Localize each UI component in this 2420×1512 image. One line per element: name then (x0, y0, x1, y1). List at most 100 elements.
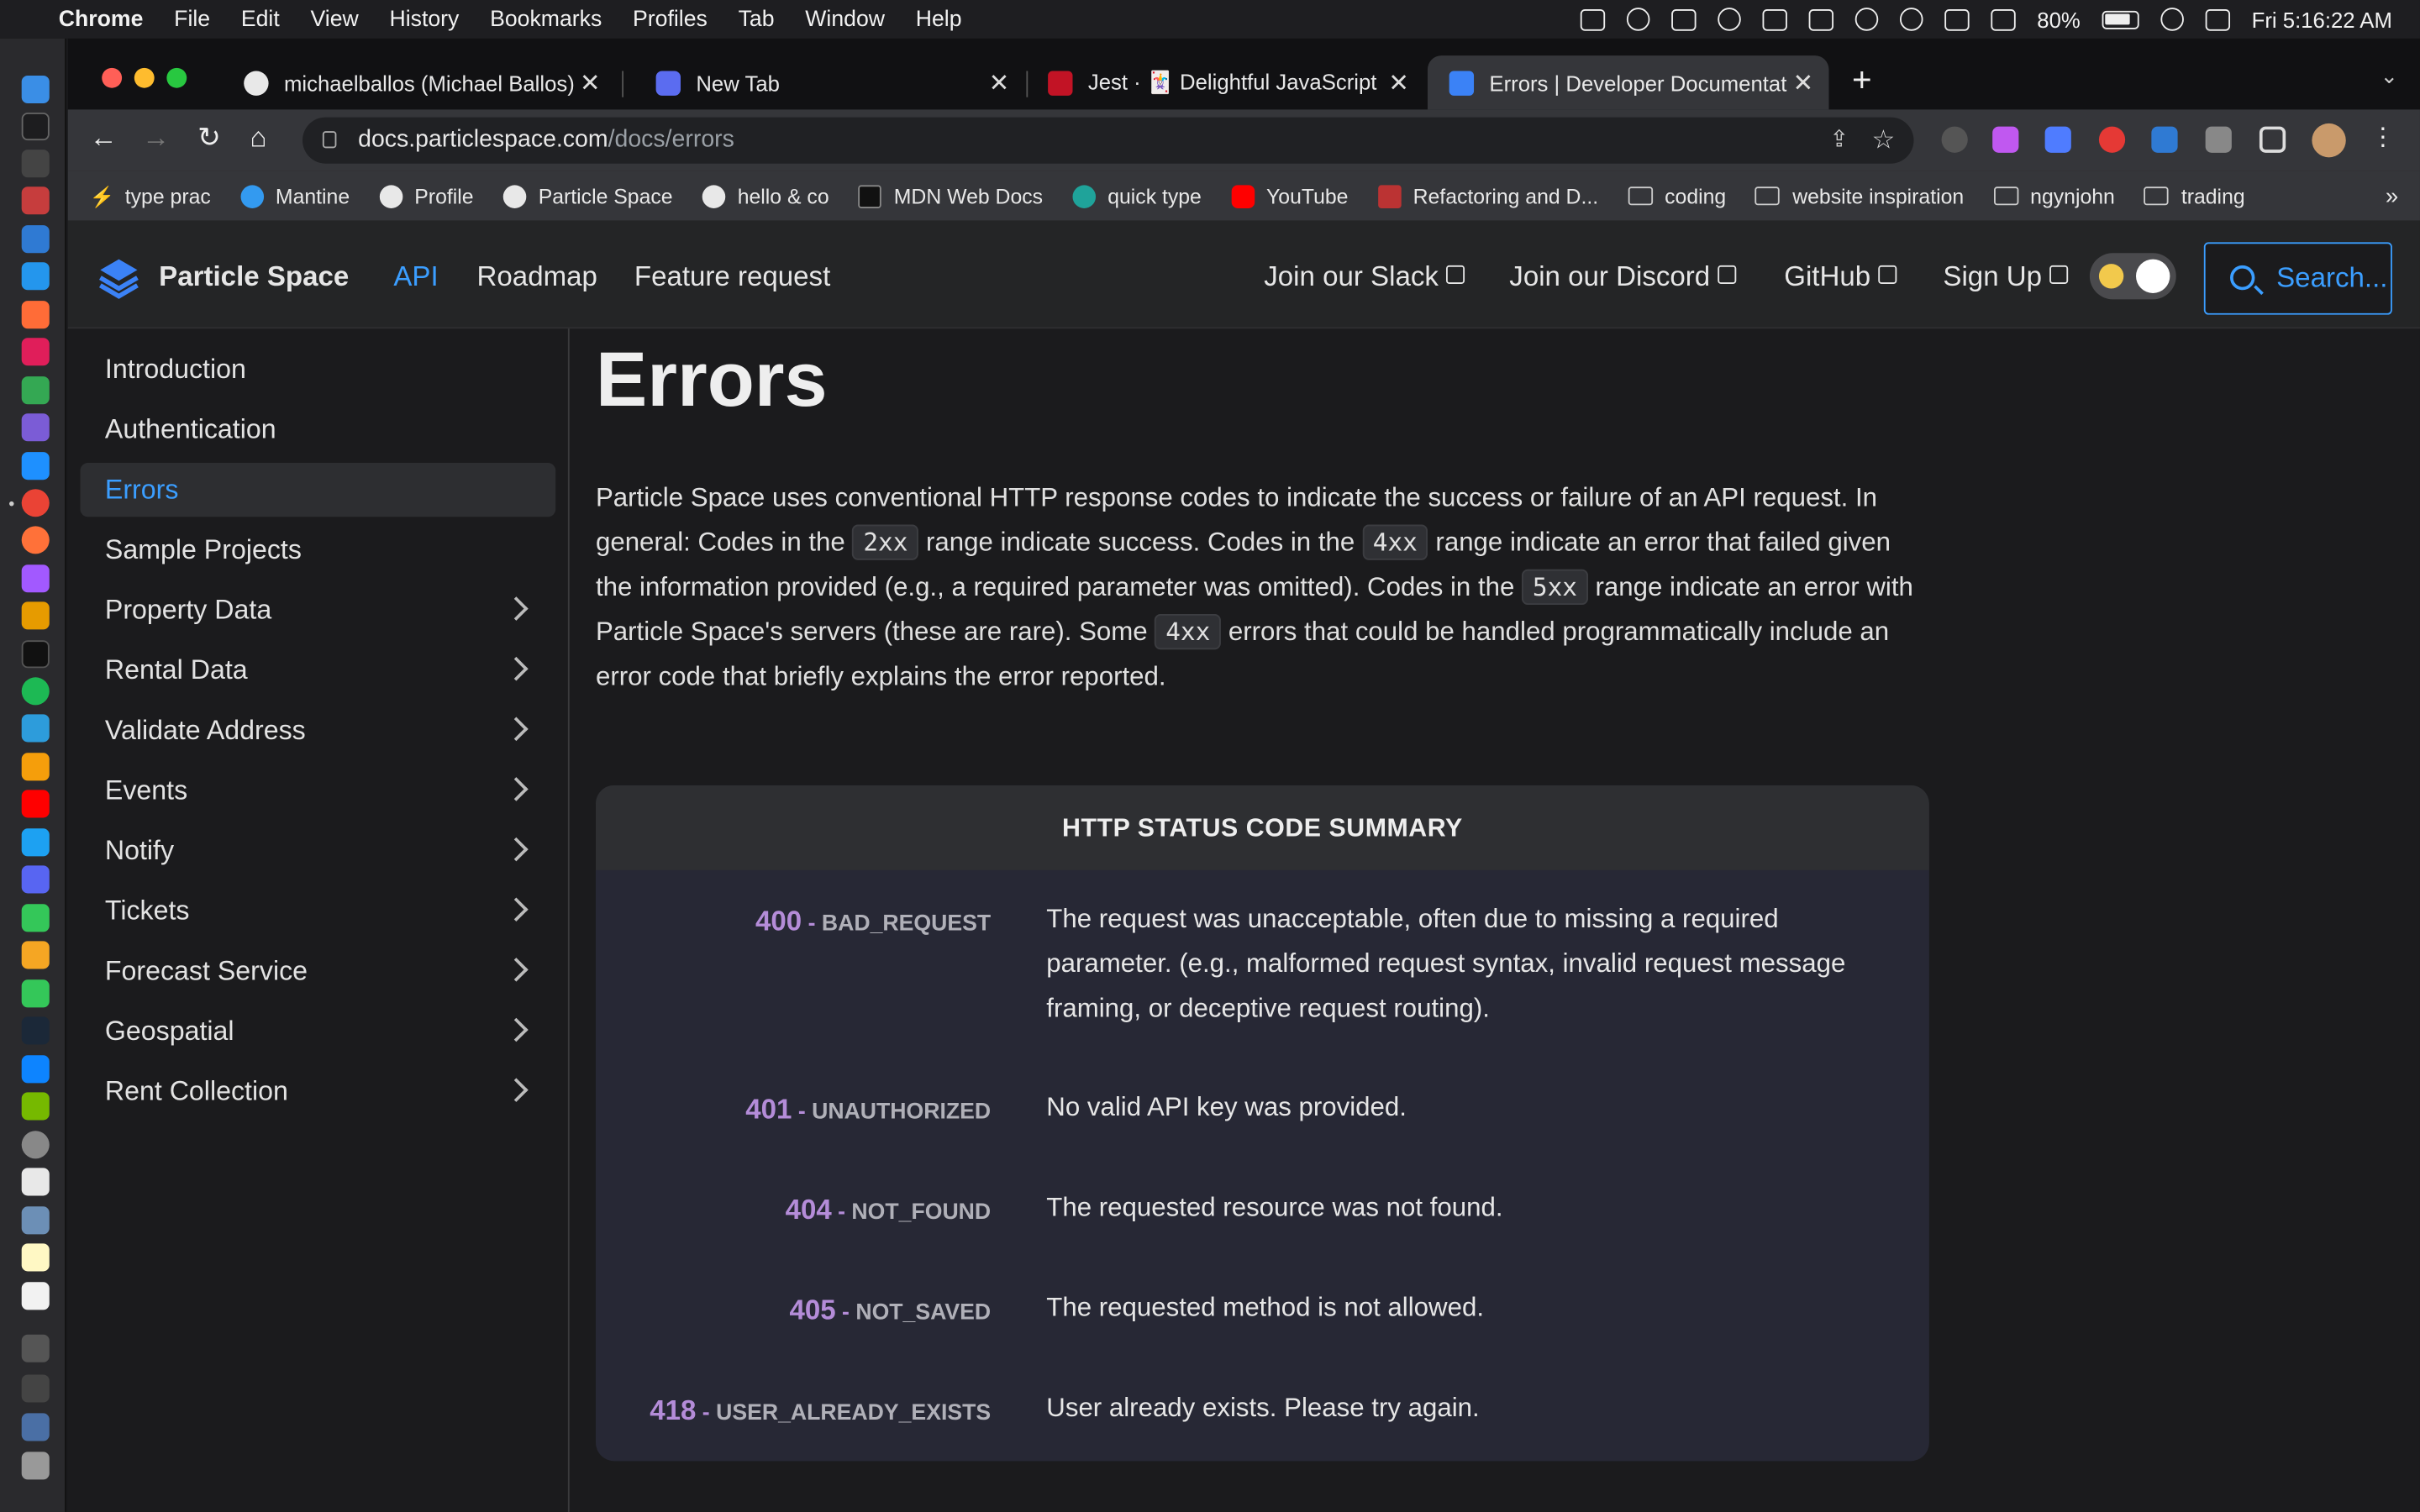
display-icon[interactable] (1808, 8, 1833, 30)
textedit-icon[interactable] (21, 1282, 50, 1310)
window-layout-icon[interactable] (1580, 8, 1606, 30)
sidebar-item-rent-collection[interactable]: Rent Collection (81, 1064, 556, 1118)
ublock-icon[interactable] (2098, 126, 2126, 153)
tab-github[interactable]: michaelballos (Michael Ballos) ✕ (222, 55, 615, 109)
close-window-button[interactable] (102, 67, 123, 88)
tab-jest[interactable]: Jest · 🃏 Delightful JavaScript ✕ (1026, 55, 1424, 109)
grammarly-icon[interactable] (1626, 8, 1650, 31)
bookmark-type-prac[interactable]: ⚡ type prac (90, 184, 211, 207)
meet-icon[interactable] (21, 376, 50, 405)
menu-file[interactable]: File (174, 7, 210, 31)
menu-edit[interactable]: Edit (241, 7, 280, 31)
chevron-right-icon[interactable] (504, 837, 529, 862)
figma-icon[interactable] (21, 564, 50, 593)
sidebar-item-errors[interactable]: Errors (80, 463, 556, 517)
proton-icon[interactable] (21, 413, 50, 442)
bookmark-star-icon[interactable]: ☆ (1871, 118, 1895, 164)
vscode-icon[interactable] (21, 225, 50, 254)
address-bar[interactable]: docs.particlespace.com/docs/errors ⇪ ☆ (302, 117, 1914, 164)
bluetooth-icon[interactable] (1944, 8, 1970, 30)
slack-icon[interactable] (21, 338, 50, 366)
screen-record-icon[interactable] (1671, 8, 1697, 30)
bear-icon[interactable] (21, 941, 50, 969)
google-icon[interactable] (1718, 8, 1741, 31)
link-join-slack[interactable]: Join our Slack (1264, 260, 1465, 293)
system-settings-icon[interactable] (21, 1131, 50, 1159)
airdrop-icon[interactable] (1854, 8, 1879, 31)
close-tab-icon[interactable]: ✕ (580, 67, 601, 98)
steam-icon[interactable] (21, 1016, 50, 1045)
youtube-app-icon[interactable] (21, 790, 50, 818)
menu-profiles[interactable]: Profiles (633, 7, 708, 31)
sidebar-item-property-data[interactable]: Property Data (81, 583, 556, 637)
menu-app-name[interactable]: Chrome (59, 7, 144, 31)
new-tab-button[interactable]: + (1852, 60, 1872, 101)
apple-tv-icon[interactable] (21, 640, 50, 669)
sidebar-item-authentication[interactable]: Authentication (81, 402, 556, 456)
bookmark-folder-ngynjohn[interactable]: ngynjohn (1993, 184, 2115, 207)
preview-icon[interactable] (21, 1206, 50, 1235)
bookmark-mdn[interactable]: MDN Web Docs (858, 184, 1043, 208)
postman-icon[interactable] (21, 301, 50, 329)
chevron-right-icon[interactable] (504, 777, 529, 801)
brand-name[interactable]: Particle Space (159, 260, 349, 293)
sidebar-item-tickets[interactable]: Tickets (81, 884, 556, 937)
chevron-right-icon[interactable] (504, 656, 529, 681)
extension-icon-3[interactable] (2151, 126, 2178, 153)
menu-history[interactable]: History (389, 7, 459, 31)
jetbrains-icon[interactable] (21, 186, 50, 215)
bookmark-particle-space[interactable]: Particle Space (502, 184, 673, 208)
forward-arrow-icon[interactable]: → (142, 122, 170, 155)
minimize-window-button[interactable] (134, 67, 155, 88)
sidebar-item-rental-data[interactable]: Rental Data (81, 643, 556, 697)
volume-icon[interactable] (1991, 8, 2016, 30)
extension-icon-2[interactable] (2044, 126, 2071, 153)
lock-icon[interactable] (322, 131, 337, 149)
control-center-icon[interactable] (2205, 8, 2230, 30)
sidebar-item-notify[interactable]: Notify (81, 824, 556, 878)
bookmark-hello-co[interactable]: hello & co (702, 184, 829, 208)
chevron-right-icon[interactable] (504, 1078, 529, 1102)
search-button[interactable]: Search... (2203, 242, 2392, 315)
tab-new-tab[interactable]: New Tab ✕ (634, 55, 1025, 109)
chevron-right-icon[interactable] (504, 717, 529, 742)
reload-icon[interactable]: ↻ (197, 122, 221, 155)
bookmark-youtube[interactable]: YouTube (1230, 184, 1348, 208)
help-icon[interactable] (21, 150, 50, 178)
bookmark-refactoring[interactable]: Refactoring and D... (1377, 184, 1598, 208)
more-bookmarks-icon[interactable]: » (2386, 184, 2398, 210)
nav-api[interactable]: API (393, 260, 438, 293)
wifi-icon[interactable] (2160, 8, 2184, 31)
menu-tab[interactable]: Tab (739, 7, 775, 31)
sidebar-item-introduction[interactable]: Introduction (81, 343, 556, 396)
back-arrow-icon[interactable]: ← (90, 122, 118, 155)
battery-icon[interactable] (2102, 9, 2139, 29)
sidebar-item-geospatial[interactable]: Geospatial (81, 1005, 556, 1058)
moon-icon[interactable] (1899, 8, 1923, 31)
nav-feature-request[interactable]: Feature request (634, 260, 830, 293)
messages-icon[interactable] (21, 979, 50, 1008)
books-icon[interactable] (21, 753, 50, 781)
nav-roadmap[interactable]: Roadmap (477, 260, 597, 293)
zoom-window-button[interactable] (166, 67, 187, 88)
docker-icon[interactable] (21, 262, 50, 291)
menu-window[interactable]: Window (805, 7, 885, 31)
bookmark-folder-website-inspiration[interactable]: website inspiration (1755, 184, 1964, 207)
link-github[interactable]: GitHub (1784, 260, 1897, 293)
tab-search-chevron-icon[interactable]: ⌄ (2381, 63, 2399, 89)
launchpad-icon[interactable] (21, 1168, 50, 1196)
dropbox-icon[interactable] (1762, 8, 1787, 30)
firefox-icon[interactable] (21, 526, 50, 554)
safari-icon[interactable] (21, 452, 50, 480)
recent-window-icon-2[interactable] (21, 1374, 50, 1403)
downloads-icon[interactable] (21, 1413, 50, 1441)
profile-avatar[interactable] (2312, 123, 2346, 158)
theme-toggle[interactable] (2089, 253, 2176, 300)
bookmark-mantine[interactable]: Mantine (239, 184, 350, 208)
terminal-icon[interactable] (21, 113, 50, 141)
sidebar-item-validate-address[interactable]: Validate Address (81, 704, 556, 758)
chevron-right-icon[interactable] (504, 897, 529, 922)
particle-space-logo-icon[interactable] (96, 256, 142, 302)
bookmark-folder-coding[interactable]: coding (1628, 184, 1726, 207)
sidebar-item-sample-projects[interactable]: Sample Projects (81, 523, 556, 577)
